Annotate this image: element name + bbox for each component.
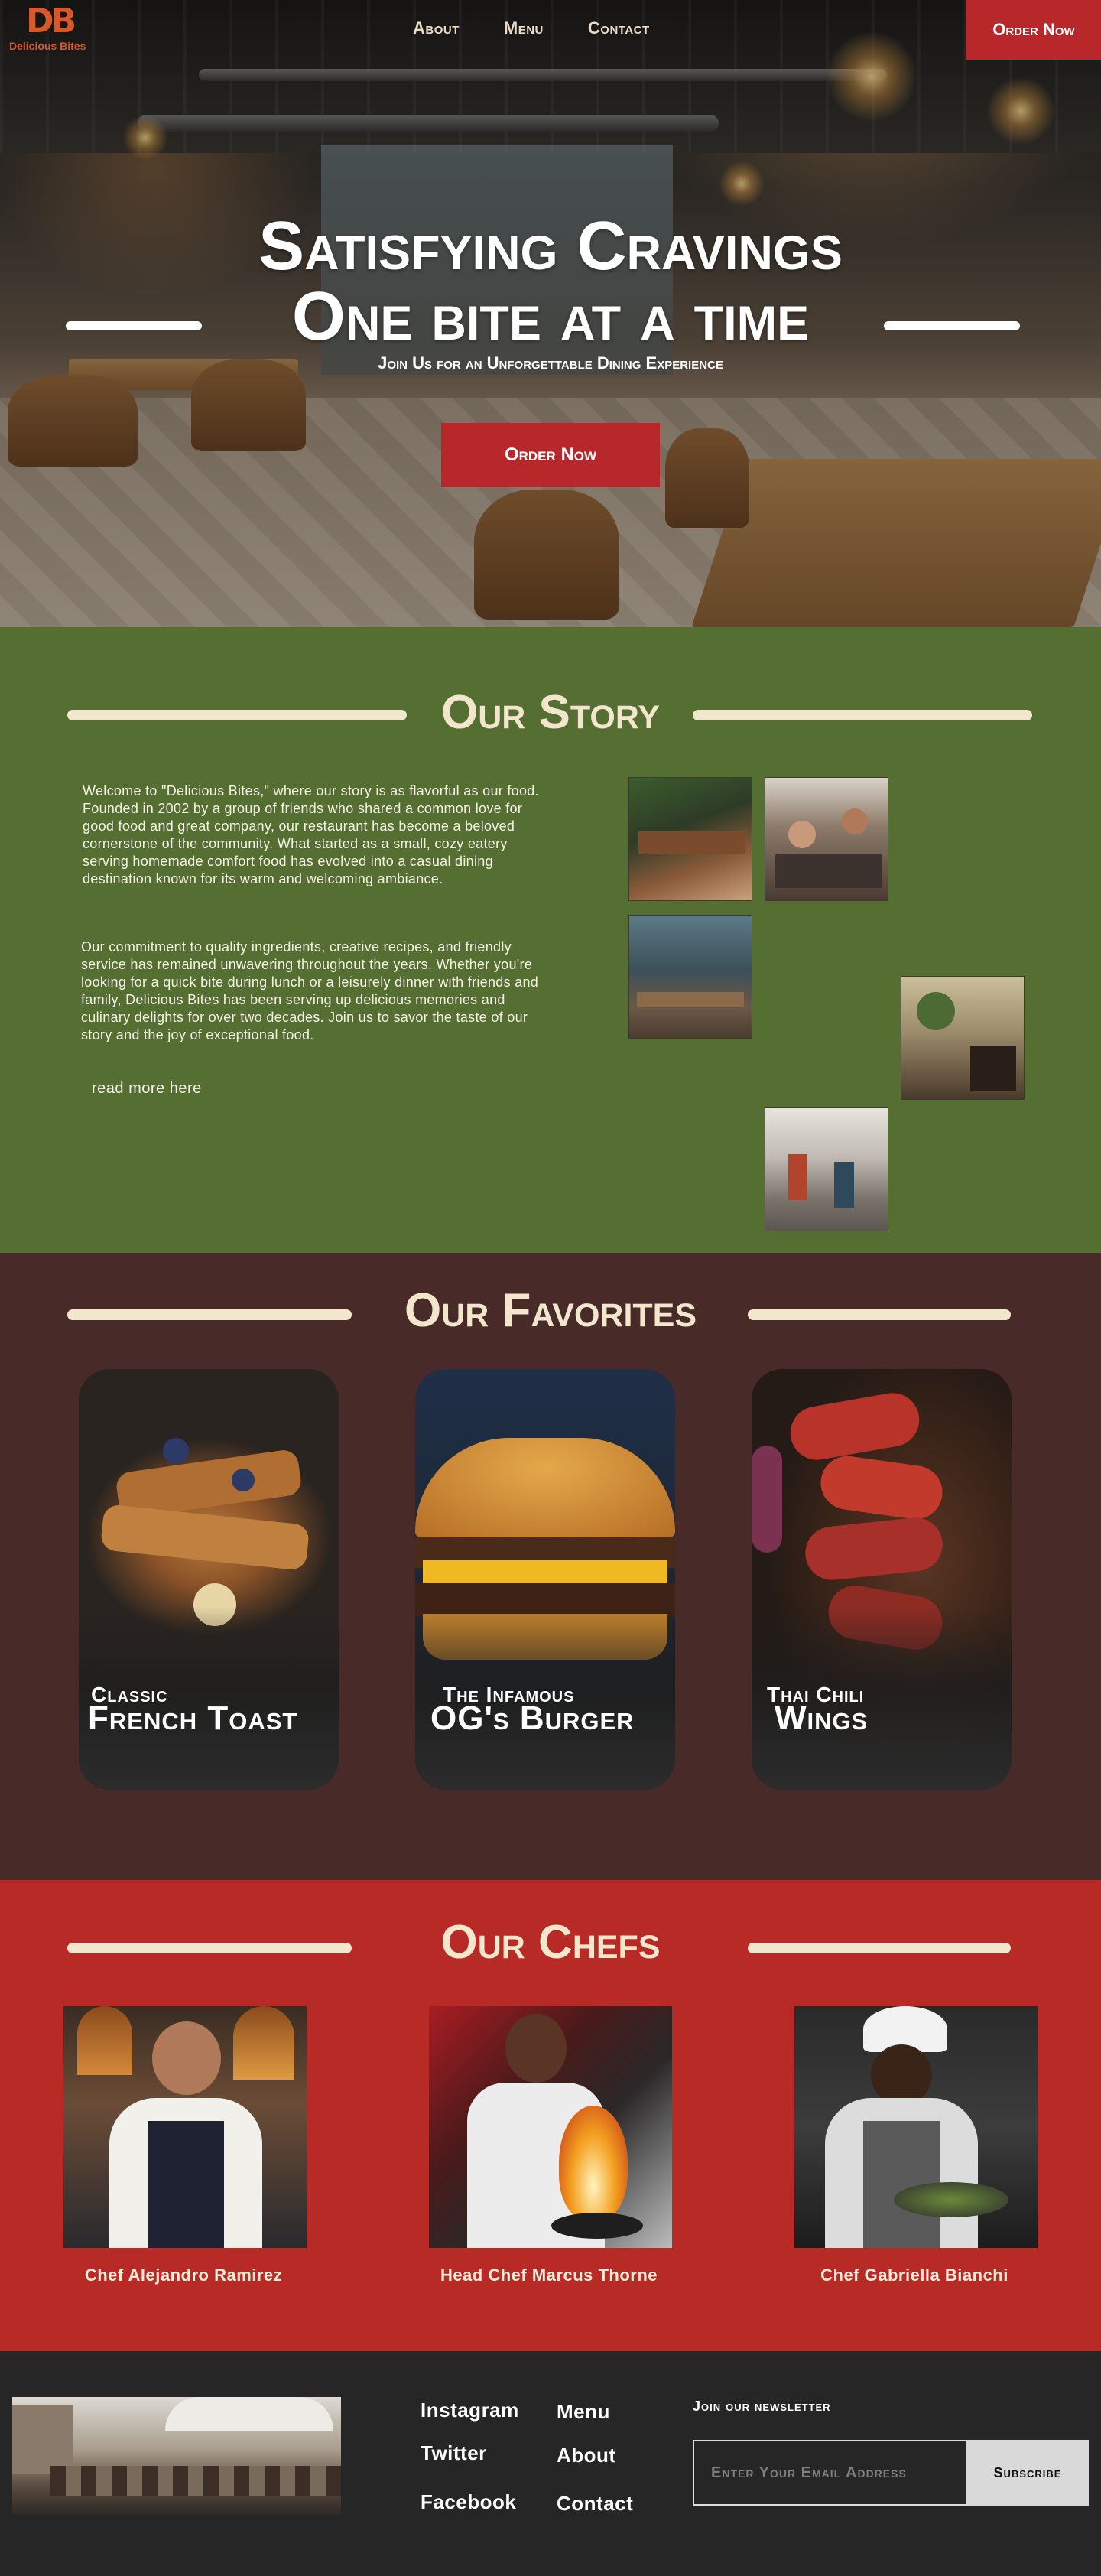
footer-menu-link[interactable]: Menu — [557, 2400, 610, 2424]
newsletter-email-input[interactable] — [693, 2440, 966, 2506]
story-paragraph-2: Our commitment to quality ingredients, c… — [81, 939, 539, 1042]
subscribe-button[interactable]: Subscribe — [966, 2440, 1089, 2506]
our-favorites-section: Our Favorites Classic French Toast The I… — [0, 1253, 1101, 1880]
heat-lamp-image — [77, 2006, 132, 2075]
wok-image — [551, 2213, 643, 2239]
fav-3-title: Wings — [775, 1699, 869, 1737]
our-story-section: Our Story Welcome to "Delicious Bites," … — [0, 627, 1101, 1253]
chef-3-photo — [794, 2006, 1038, 2248]
nav-about[interactable]: About — [413, 18, 460, 38]
heat-lamp-image — [233, 2006, 294, 2080]
hero-subtitle: Join Us for an Unforgettable Dining Expe… — [378, 353, 723, 372]
hero-title-line2: One bite at a time — [291, 278, 810, 355]
hero-section: DB Delicious Bites About Menu Contact Or… — [0, 0, 1101, 627]
blueberry-image — [163, 1438, 189, 1464]
favorites-divider-right — [748, 1309, 1011, 1320]
fav-1-title: French Toast — [88, 1699, 298, 1737]
footer-facebook-link[interactable]: Facebook — [421, 2490, 516, 2514]
fav-2-title: OG's Burger — [430, 1699, 635, 1737]
footer-contact-link[interactable]: Contact — [557, 2492, 633, 2516]
hero-title-line1: Satisfying Cravings — [258, 208, 843, 285]
chef-3-name: Chef Gabriella Bianchi — [820, 2265, 1008, 2285]
chefs-divider-right — [748, 1943, 1011, 1953]
logo-mark: DB — [26, 2, 76, 41]
burger-cheese-image — [423, 1560, 667, 1583]
chef-1-photo — [63, 2006, 307, 2248]
chef-face-image — [505, 2014, 567, 2083]
story-photo-hall — [628, 915, 752, 1039]
nav-contact[interactable]: Contact — [588, 18, 650, 38]
nav-menu[interactable]: Menu — [504, 18, 544, 38]
favorite-card-og-burger[interactable]: The Infamous OG's Burger — [415, 1369, 675, 1790]
story-paragraph-1: Welcome to "Delicious Bites," where our … — [83, 783, 539, 886]
flame-image — [559, 2106, 628, 2220]
chef-1-name: Chef Alejandro Ramirez — [84, 2265, 283, 2285]
chef-face-image — [152, 2021, 221, 2095]
favorite-card-wings[interactable]: Thai Chili Wings — [752, 1369, 1012, 1790]
main-nav: About Menu Contact — [413, 18, 650, 38]
footer-patio-image — [12, 2397, 341, 2515]
story-photo-plants — [628, 777, 752, 901]
story-photo-street — [765, 1107, 888, 1231]
story-divider-right — [693, 710, 1032, 720]
newsletter-label: Join our newsletter — [693, 2399, 831, 2414]
footer-twitter-link[interactable]: Twitter — [421, 2441, 487, 2465]
read-more-link[interactable]: read more here — [92, 1080, 202, 1098]
footer: Instagram Twitter Facebook Menu About Co… — [0, 2351, 1101, 2576]
chef-apron-image — [148, 2121, 224, 2248]
order-now-nav-button[interactable]: Order Now — [966, 0, 1101, 60]
blueberry-image — [232, 1469, 255, 1491]
logo-text: Delicious Bites — [9, 40, 86, 52]
onion-image — [752, 1446, 782, 1553]
favorite-card-french-toast[interactable]: Classic French Toast — [79, 1369, 339, 1790]
footer-instagram-link[interactable]: Instagram — [421, 2399, 519, 2422]
story-photo-corner — [901, 976, 1025, 1100]
our-chefs-section: Our Chefs Chef Alejandro Ramirez Head Ch… — [0, 1880, 1101, 2351]
hero-divider-right — [884, 321, 1020, 330]
chef-face-image — [871, 2044, 932, 2106]
logo[interactable]: DB Delicious Bites — [9, 5, 112, 54]
plate-image — [894, 2182, 1008, 2217]
story-photo-diners — [765, 777, 888, 901]
chef-2-name: Head Chef Marcus Thorne — [440, 2265, 658, 2285]
order-now-hero-button[interactable]: Order Now — [441, 423, 660, 487]
chef-2-photo — [429, 2006, 672, 2248]
footer-about-link[interactable]: About — [557, 2444, 616, 2467]
